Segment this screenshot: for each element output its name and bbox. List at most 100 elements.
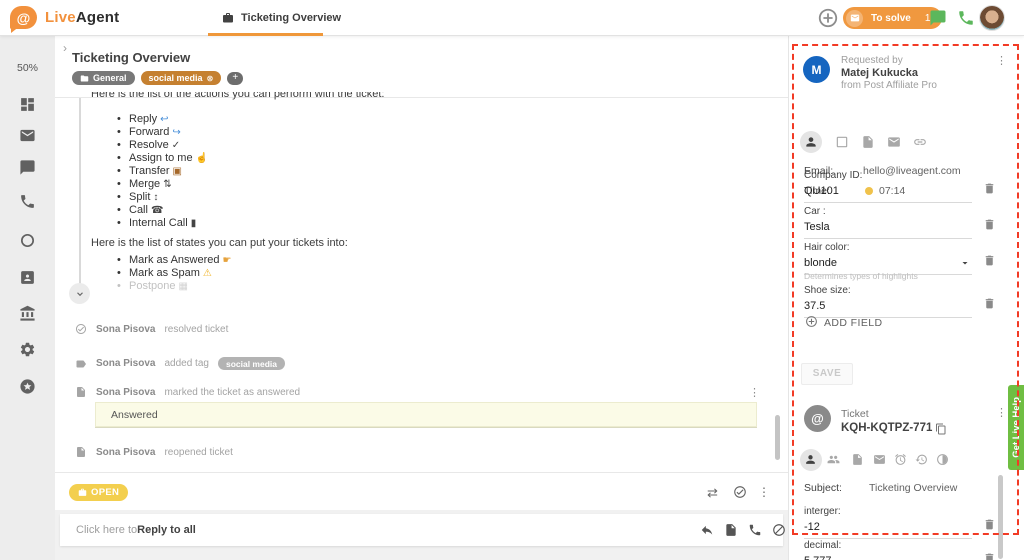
- department-label: General: [93, 73, 127, 83]
- ticket-kicker-label: Ticket: [841, 408, 869, 420]
- tag-label: social media: [149, 73, 203, 83]
- requester-avatar[interactable]: M: [803, 56, 830, 83]
- company-icon[interactable]: [19, 305, 36, 322]
- transfer-ticket-icon[interactable]: ⇄: [707, 485, 718, 501]
- reply-icon[interactable]: [700, 523, 714, 537]
- settings-gear-icon[interactable]: [19, 341, 36, 358]
- reply-input-bar[interactable]: Click here to Reply to all: [60, 514, 783, 546]
- requester-name[interactable]: Matej Kukucka: [841, 67, 918, 79]
- field-value-input[interactable]: QU101: [804, 185, 972, 197]
- add-field-button[interactable]: ADD FIELD: [824, 317, 882, 329]
- panel-scrollbar-thumb[interactable]: [998, 475, 1003, 559]
- chats-button[interactable]: [929, 9, 947, 27]
- contact-notes-tab[interactable]: [861, 135, 875, 149]
- agent-avatar[interactable]: [979, 5, 1005, 31]
- block-icon[interactable]: [772, 523, 786, 537]
- department-pill[interactable]: General: [72, 71, 135, 85]
- active-tab-underline: [208, 33, 323, 36]
- field-decimal: decimal: 5.777: [804, 540, 972, 560]
- activity-more-menu[interactable]: ⋮: [749, 386, 760, 399]
- premium-star-icon[interactable]: [19, 378, 36, 395]
- contact-link-tab[interactable]: [913, 135, 927, 149]
- merge-glyph-icon: ⇅: [163, 179, 171, 190]
- get-live-help-tab[interactable]: Get Live Help: [1008, 385, 1024, 470]
- activity-entry: Sona Pisova reopened ticket: [75, 446, 233, 458]
- ticket-email-tab[interactable]: [873, 453, 886, 466]
- list-item: Resolve✓: [115, 139, 208, 152]
- remove-tag-icon[interactable]: ⊗: [207, 74, 214, 83]
- activity-tag-pill: social media: [218, 357, 285, 370]
- ticket-info-panel: M Requested by Matej Kukucka from Post A…: [788, 36, 1024, 560]
- ticket-alarm-tab[interactable]: [894, 453, 907, 466]
- call-icon[interactable]: [748, 523, 762, 537]
- subject-label: Subject:: [804, 482, 842, 494]
- delete-field-icon[interactable]: [983, 218, 996, 231]
- ticket-more-menu[interactable]: ⋮: [758, 485, 770, 499]
- reply-glyph-icon: ↩: [160, 114, 168, 125]
- resolve-ticket-icon[interactable]: [733, 485, 747, 499]
- copy-ticket-code-icon[interactable]: [935, 423, 947, 435]
- subject-value: Ticketing Overview: [869, 482, 957, 494]
- forward-glyph-icon: ↪: [172, 127, 180, 138]
- note-icon[interactable]: [724, 523, 738, 537]
- contacts-icon[interactable]: [19, 269, 36, 286]
- list-item: Merge⇅: [115, 178, 208, 191]
- ticket-detail-area: › Ticketing Overview General social medi…: [55, 36, 788, 560]
- contact-card-tab[interactable]: [835, 135, 849, 149]
- calls-button[interactable]: [957, 9, 975, 27]
- activity-entry: Sona Pisova resolved ticket: [75, 323, 228, 335]
- dashboard-icon[interactable]: [19, 96, 36, 113]
- tab-ticketing-overview[interactable]: Ticketing Overview: [208, 0, 355, 35]
- status-open-pill[interactable]: OPEN: [69, 484, 128, 501]
- check-circle-icon: [75, 323, 87, 335]
- list-item: Split↕: [115, 191, 208, 204]
- field-interger: interger: -12: [804, 506, 972, 539]
- delete-field-icon[interactable]: [983, 552, 996, 560]
- to-solve-button[interactable]: To solve 1: [843, 7, 942, 29]
- delete-field-icon[interactable]: [983, 297, 996, 310]
- list-item: Internal Call▮: [115, 217, 208, 230]
- status-ring-icon[interactable]: [19, 232, 36, 249]
- delete-field-icon[interactable]: [983, 254, 996, 267]
- list-item: Call☎: [115, 204, 208, 217]
- ticket-history-tab[interactable]: [915, 453, 928, 466]
- ticket-icon: [78, 488, 87, 497]
- contact-more-menu[interactable]: ⋮: [996, 54, 1007, 67]
- add-tag-button[interactable]: +: [227, 72, 243, 85]
- delete-field-icon[interactable]: [983, 518, 996, 531]
- phone-icon[interactable]: [19, 193, 36, 210]
- tag-social-media-pill[interactable]: social media ⊗: [141, 71, 222, 85]
- contact-person-tab[interactable]: [804, 135, 818, 149]
- add-field-icon[interactable]: [805, 315, 818, 328]
- main-scrollbar-thumb[interactable]: [775, 415, 780, 460]
- ticket-status-row: OPEN ⇄ ⋮: [55, 472, 788, 510]
- tickets-icon[interactable]: [19, 127, 36, 144]
- ticket-person-tab[interactable]: [804, 453, 817, 466]
- chat-icon[interactable]: [19, 159, 36, 176]
- list-item: Forward↪: [115, 126, 208, 139]
- ticket-notes-tab[interactable]: [851, 453, 864, 466]
- liveagent-logo[interactable]: @ LiveAgent: [10, 6, 119, 29]
- field-value-input[interactable]: 5.777: [804, 555, 972, 560]
- add-new-button[interactable]: [817, 7, 839, 29]
- save-button[interactable]: SAVE: [801, 363, 853, 385]
- ticket-more-menu[interactable]: ⋮: [996, 406, 1007, 419]
- thread-line: [79, 98, 81, 294]
- delete-field-icon[interactable]: [983, 182, 996, 195]
- ticket-contrast-tab[interactable]: [936, 453, 949, 466]
- scroll-down-button[interactable]: [69, 283, 90, 304]
- resolve-glyph-icon: ✓: [172, 140, 180, 151]
- field-value-input[interactable]: Tesla: [804, 221, 972, 233]
- ticket-states-list: Mark as Answered☛ Mark as Spam⚠ Postpone…: [115, 254, 231, 293]
- contact-email-tab[interactable]: [887, 135, 901, 149]
- envelope-icon: [850, 13, 860, 23]
- field-value-input[interactable]: 37.5: [804, 300, 972, 312]
- assign-glyph-icon: ☝: [196, 153, 208, 164]
- field-value-input[interactable]: -12: [804, 521, 972, 533]
- list-item: Mark as Answered☛: [115, 254, 231, 267]
- dropdown-caret-icon[interactable]: [959, 257, 971, 269]
- collapse-chevron-icon[interactable]: ›: [63, 41, 67, 55]
- ticket-code[interactable]: KQH-KQTPZ-771: [841, 422, 932, 434]
- field-select[interactable]: blonde: [804, 257, 972, 269]
- ticket-people-tab[interactable]: [827, 453, 840, 466]
